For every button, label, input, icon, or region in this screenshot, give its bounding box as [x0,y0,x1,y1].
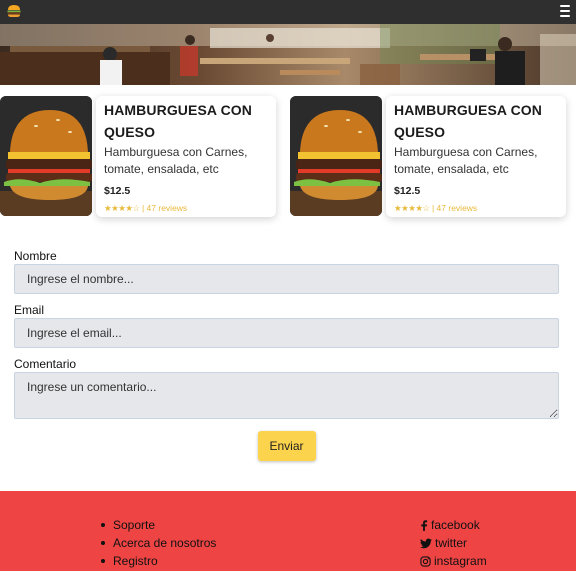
product-card-body: HAMBURGUESA CON QUESO Hamburguesa con Ca… [386,96,566,217]
star-rating-icon: ★★★★☆ [104,203,140,213]
hamburger-menu-icon[interactable] [560,5,570,17]
email-input[interactable] [14,318,559,348]
star-rating-icon: ★★★★☆ [394,203,430,213]
social-links: facebook twitter instagram [420,516,487,570]
footer-link-registro[interactable]: Registro [100,552,216,570]
product-description: Hamburguesa con Carnes, tomate, ensalada… [104,145,248,176]
footer-links: Soporte Acerca de nosotros Registro [100,516,216,570]
submit-wrapper: Enviar [14,419,559,461]
social-label[interactable]: facebook [431,516,480,534]
facebook-icon [421,519,428,531]
product-description: Hamburguesa con Carnes, tomate, ensalada… [394,145,538,176]
social-facebook[interactable]: facebook [420,516,487,534]
hero-banner-image [0,24,576,85]
footer-link-soporte[interactable]: Soporte [100,516,216,534]
comment-label: Comentario [14,357,77,371]
footer-link-acerca[interactable]: Acerca de nosotros [100,534,216,552]
review-count[interactable]: | 47 reviews [142,203,187,213]
footer-link-text[interactable]: Soporte [113,518,155,532]
product-rating: ★★★★☆ | 47 reviews [394,203,558,214]
social-twitter[interactable]: twitter [420,534,487,552]
social-instagram[interactable]: instagram [420,552,487,570]
name-input[interactable] [14,264,559,294]
product-title: HAMBURGUESA CON QUESO [394,102,542,140]
burger-image [0,96,92,216]
review-count[interactable]: | 47 reviews [432,203,477,213]
product-price: $12.5 [394,185,421,197]
contact-form: Nombre Email Comentario Enviar [14,248,559,461]
email-label: Email [14,303,45,317]
name-label: Nombre [14,249,57,263]
instagram-icon [420,555,431,567]
submit-button[interactable]: Enviar [257,431,316,461]
product-price: $12.5 [104,185,131,197]
twitter-icon [420,538,432,548]
social-label[interactable]: instagram [434,552,487,570]
product-rating: ★★★★☆ | 47 reviews [104,203,268,214]
footer-link-text[interactable]: Acerca de nosotros [113,536,216,550]
product-card-body: HAMBURGUESA CON QUESO Hamburguesa con Ca… [96,96,276,217]
comment-textarea[interactable] [14,372,559,419]
product-title: HAMBURGUESA CON QUESO [104,102,252,140]
footer-link-text[interactable]: Registro [113,554,158,568]
top-navbar [0,0,576,24]
footer: Soporte Acerca de nosotros Registro face… [0,491,576,571]
burger-image [290,96,382,216]
social-label[interactable]: twitter [435,534,467,552]
burger-logo-icon[interactable] [6,3,22,19]
